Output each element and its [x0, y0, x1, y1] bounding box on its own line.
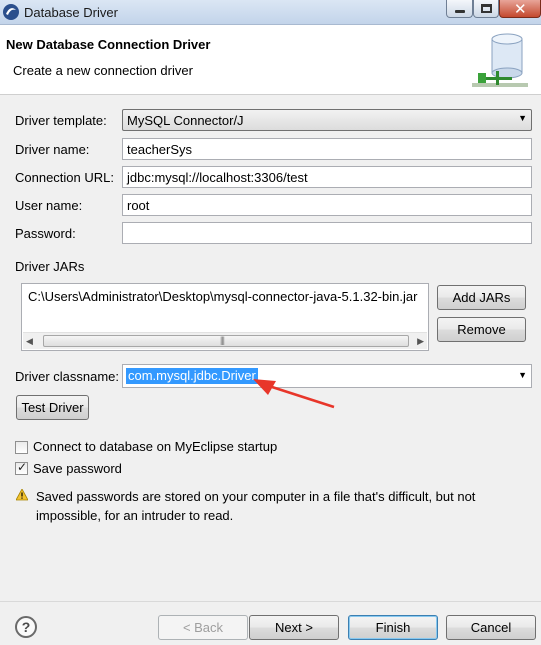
scrollbar-thumb[interactable]: ||| [43, 335, 409, 347]
window-title: Database Driver [24, 5, 118, 20]
driver-jars-label: Driver JARs [15, 259, 85, 274]
scroll-left-icon[interactable]: ◀ [26, 336, 33, 347]
connection-url-label: Connection URL: [15, 170, 114, 185]
help-icon[interactable]: ? [15, 616, 37, 638]
dialog-subtitle: Create a new connection driver [13, 63, 193, 78]
driver-classname-label: Driver classname: [15, 369, 120, 384]
back-button[interactable]: < Back [158, 615, 248, 640]
password-label: Password: [15, 226, 76, 241]
maximize-button[interactable] [473, 0, 499, 18]
driver-name-label: Driver name: [15, 142, 90, 157]
connect-on-startup-checkbox[interactable] [15, 441, 28, 454]
annotation-arrow [253, 379, 335, 409]
driver-classname-value[interactable]: com.mysql.jdbc.Driver [126, 368, 258, 384]
remove-button[interactable]: Remove [437, 317, 526, 342]
user-name-input[interactable]: root [122, 194, 532, 216]
warning-icon [16, 489, 28, 501]
next-button[interactable]: Next > [249, 615, 339, 640]
connect-on-startup-label: Connect to database on MyEclipse startup [33, 439, 278, 454]
footer-divider [0, 601, 541, 602]
cancel-button[interactable]: Cancel [446, 615, 536, 640]
minimize-icon [455, 10, 465, 13]
close-button[interactable]: ✕ [499, 0, 541, 18]
dialog-header: New Database Connection Driver Create a … [0, 25, 541, 95]
maximize-icon [481, 4, 492, 13]
close-icon: ✕ [514, 1, 527, 18]
driver-jars-list[interactable]: C:\Users\Administrator\Desktop\mysql-con… [21, 283, 429, 351]
minimize-button[interactable] [446, 0, 473, 18]
password-input[interactable] [122, 222, 532, 244]
driver-name-input[interactable]: teacherSys [122, 138, 532, 160]
myeclipse-app-icon [3, 4, 19, 20]
grip-icon: ||| [220, 335, 225, 345]
horizontal-scrollbar[interactable]: ◀ ||| ▶ [23, 332, 427, 349]
save-password-checkbox[interactable] [15, 460, 28, 475]
save-password-label: Save password [33, 461, 122, 476]
add-jars-button[interactable]: Add JARs [437, 285, 526, 310]
user-name-label: User name: [15, 198, 83, 213]
list-item[interactable]: C:\Users\Administrator\Desktop\mysql-con… [28, 289, 417, 304]
title-bar[interactable]: Database Driver ✕ [0, 0, 541, 25]
driver-template-select[interactable]: MySQL Connector/J ▼ [122, 109, 532, 131]
finish-button[interactable]: Finish [348, 615, 438, 640]
driver-template-label: Driver template: [15, 113, 107, 128]
connection-url-input[interactable]: jdbc:mysql://localhost:3306/test [122, 166, 532, 188]
chevron-down-icon: ▼ [518, 113, 527, 123]
database-driver-graphic [472, 33, 528, 87]
chevron-down-icon[interactable]: ▼ [518, 370, 527, 380]
scroll-right-icon[interactable]: ▶ [417, 336, 424, 347]
dialog-title: New Database Connection Driver [6, 37, 211, 52]
test-driver-button[interactable]: Test Driver [16, 395, 89, 420]
warning-message: Saved passwords are stored on your compu… [36, 489, 476, 523]
driver-template-value: MySQL Connector/J [127, 113, 244, 128]
